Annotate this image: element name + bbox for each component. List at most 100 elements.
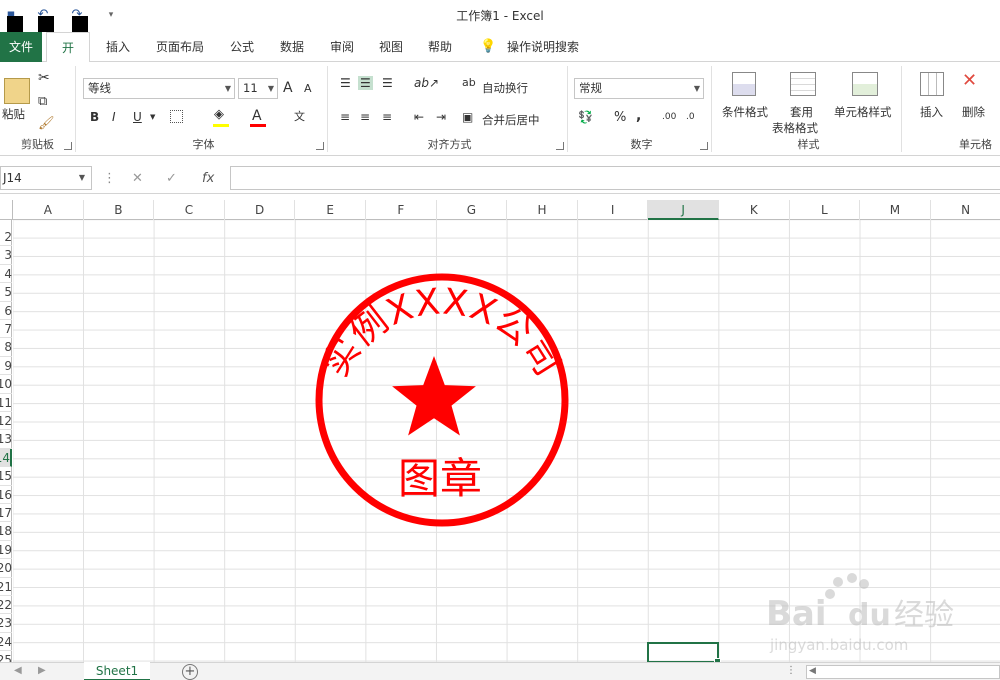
sheet-menu-icon[interactable]: ⋮ [786, 665, 796, 676]
column-header-d[interactable]: D [225, 200, 296, 220]
align-top-icon[interactable]: ☰ [340, 76, 351, 90]
align-bottom-icon[interactable]: ☰ [382, 76, 393, 90]
align-middle-icon[interactable]: ☰ [358, 76, 373, 90]
column-header-f[interactable]: F [366, 200, 437, 220]
orientation-icon[interactable]: ab↗ [414, 76, 439, 90]
row-header-11[interactable]: 11 [0, 394, 12, 412]
decrease-indent-icon[interactable]: ⇤ [414, 110, 424, 124]
cut-icon[interactable]: ✂ [38, 70, 50, 86]
merge-center-icon[interactable]: ▣ [462, 110, 473, 124]
underline-button[interactable]: U [133, 110, 142, 124]
column-header-k[interactable]: K [719, 200, 790, 220]
alignment-launcher[interactable] [556, 142, 564, 150]
paste-button[interactable]: 粘贴 [2, 106, 25, 122]
formula-input[interactable] [230, 166, 1000, 190]
column-header-a[interactable]: A [13, 200, 84, 220]
tab-page-layout[interactable]: 页面布局 [146, 32, 214, 62]
align-left-icon[interactable]: ≡ [340, 110, 350, 124]
column-header-l[interactable]: L [790, 200, 861, 220]
company-stamp[interactable]: 实例XXXX公司 图章 [308, 270, 578, 532]
tab-formulas[interactable]: 公式 [220, 32, 264, 62]
wrap-text-button[interactable]: 自动换行 [482, 80, 528, 96]
tab-review[interactable]: 审阅 [320, 32, 364, 62]
underline-dropdown-icon[interactable]: ▼ [150, 113, 155, 121]
tell-me-search[interactable]: 操作说明搜索 [497, 32, 589, 62]
horizontal-scrollbar[interactable]: ◀ [806, 665, 1000, 679]
border-icon[interactable] [170, 110, 183, 123]
number-launcher[interactable] [700, 142, 708, 150]
column-header-m[interactable]: M [860, 200, 931, 220]
align-center-icon[interactable]: ≡ [360, 110, 370, 124]
row-header-23[interactable]: 23 [0, 614, 12, 633]
tab-data[interactable]: 数据 [270, 32, 314, 62]
tab-insert[interactable]: 插入 [96, 32, 140, 62]
row-header-17[interactable]: 17 [0, 504, 12, 523]
scroll-left-icon[interactable]: ◀ [809, 666, 816, 676]
row-header-4[interactable]: 4 [0, 265, 12, 284]
grow-font-button[interactable]: A [283, 80, 293, 96]
increase-decimal-button[interactable]: .00 [662, 112, 676, 122]
row-header-5[interactable]: 5 [0, 283, 12, 302]
percent-button[interactable]: % [614, 110, 626, 125]
column-header-b[interactable]: B [84, 200, 155, 220]
format-table-line1[interactable]: 套用 [790, 104, 813, 120]
wrap-text-icon[interactable]: ab [462, 76, 476, 89]
row-header-12[interactable]: 12 [0, 412, 12, 431]
row-header-15[interactable]: 15 [0, 467, 12, 486]
font-launcher[interactable] [316, 142, 324, 150]
column-header-j[interactable]: J [648, 200, 719, 220]
row-header-3[interactable]: 3 [0, 246, 12, 265]
font-color-button[interactable]: A [252, 108, 262, 124]
format-painter-icon[interactable]: 🖌 [38, 116, 55, 131]
row-header-6[interactable]: 6 [0, 302, 12, 320]
row-header-21[interactable]: 21 [0, 578, 12, 596]
next-sheet-icon[interactable]: ▶ [38, 665, 46, 676]
add-sheet-button[interactable]: + [182, 664, 198, 680]
insert-cells-button[interactable]: 插入 [920, 104, 943, 120]
format-table-icon[interactable] [790, 72, 816, 96]
tab-help[interactable]: 帮助 [418, 32, 462, 62]
row-header-8[interactable]: 8 [0, 338, 12, 357]
column-header-n[interactable]: N [931, 200, 1000, 220]
column-header-g[interactable]: G [437, 200, 508, 220]
increase-indent-icon[interactable]: ⇥ [436, 110, 446, 124]
row-header-7[interactable]: 7 [0, 320, 12, 339]
row-header-13[interactable]: 13 [0, 430, 12, 449]
tab-home[interactable]: 开始 [46, 32, 90, 85]
tab-file[interactable]: 文件 [0, 32, 42, 62]
row-header-9[interactable]: 9 [0, 357, 12, 376]
number-format-select[interactable]: 常规 ▼ [574, 78, 704, 99]
font-name-select[interactable]: 等线 ▼ [83, 78, 235, 99]
row-header-10[interactable]: 10 [0, 375, 12, 394]
row-header-25[interactable]: 25 [0, 651, 12, 662]
insert-function-button[interactable]: fx [202, 171, 214, 186]
delete-cells-icon[interactable]: ✕ [962, 70, 977, 91]
fill-color-icon[interactable]: ◈ [214, 107, 224, 122]
shrink-font-button[interactable]: A [304, 82, 312, 95]
cell-styles-button[interactable]: 单元格样式 [834, 104, 892, 120]
cell-styles-icon[interactable] [852, 72, 878, 96]
italic-button[interactable]: I [112, 110, 116, 124]
conditional-format-button[interactable]: 条件格式 [722, 104, 768, 120]
conditional-format-icon[interactable] [732, 72, 756, 96]
row-header-20[interactable]: 20 [0, 559, 12, 578]
column-header-i[interactable]: I [578, 200, 649, 220]
active-cell[interactable] [647, 642, 721, 662]
insert-cells-icon[interactable] [920, 72, 944, 96]
sheet-tab-sheet1[interactable]: Sheet1 [84, 662, 150, 680]
enter-button[interactable]: ✓ [166, 171, 177, 186]
font-size-select[interactable]: 11 ▼ [238, 78, 278, 99]
tab-view[interactable]: 视图 [369, 32, 413, 62]
bold-button[interactable]: B [90, 110, 99, 124]
row-header-16[interactable]: 16 [0, 486, 12, 504]
column-header-h[interactable]: H [507, 200, 578, 220]
format-table-line2[interactable]: 表格格式 [772, 120, 818, 136]
cancel-button[interactable]: ✕ [132, 171, 143, 186]
accounting-format-icon[interactable]: 💱 [578, 110, 593, 124]
row-header-2[interactable]: 2 [0, 228, 12, 247]
align-right-icon[interactable]: ≡ [382, 110, 392, 124]
comma-button[interactable]: , [636, 108, 641, 124]
phonetic-button[interactable]: 文 [294, 108, 305, 124]
select-all-corner[interactable] [0, 200, 13, 220]
clipboard-launcher[interactable] [64, 142, 72, 150]
